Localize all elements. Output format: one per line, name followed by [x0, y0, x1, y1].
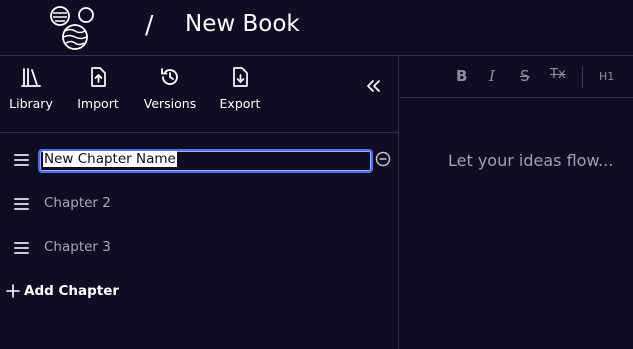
top-bar: / New Book [0, 0, 633, 56]
clear-format-button[interactable]: Tx [550, 67, 566, 82]
chapter-item[interactable]: Chapter 3 [44, 239, 111, 255]
drag-handle-icon[interactable] [14, 198, 29, 210]
export-button[interactable]: Export [218, 66, 262, 111]
drag-handle-icon[interactable] [14, 242, 29, 254]
add-chapter-button[interactable]: Add Chapter [6, 283, 119, 299]
editor-placeholder[interactable]: Let your ideas flow... [448, 151, 613, 170]
sidebar-toolbar: Library Import Versions Export [0, 56, 399, 133]
toolbar-divider [582, 66, 583, 88]
export-label: Export [219, 96, 261, 111]
strikethrough-button[interactable]: S [520, 67, 530, 85]
add-chapter-label: Add Chapter [24, 283, 120, 299]
chapter-item[interactable]: Chapter 2 [44, 195, 111, 211]
file-upload-icon [91, 67, 106, 87]
app-window: / New Book Library Import Versions Expor… [0, 0, 633, 349]
chapter-name-input[interactable]: New Chapter Name [38, 149, 373, 173]
chapter-name-value: New Chapter Name [43, 151, 177, 167]
import-label: Import [77, 96, 119, 111]
remove-chapter-icon[interactable] [375, 151, 391, 167]
library-label: Library [9, 96, 53, 111]
format-toolbar: B I S Tx H1 [400, 56, 633, 98]
sidebar: Library Import Versions Export New Chapt… [0, 56, 399, 349]
versions-button[interactable]: Versions [142, 66, 198, 111]
file-download-icon [233, 67, 248, 87]
italic-button[interactable]: I [489, 67, 495, 85]
history-icon [161, 68, 178, 85]
breadcrumb-separator: / [145, 10, 154, 39]
versions-label: Versions [143, 96, 197, 111]
library-books-icon [21, 68, 41, 87]
bold-button[interactable]: B [456, 67, 467, 85]
plus-icon [6, 284, 20, 298]
chevrons-left-icon[interactable] [364, 76, 384, 96]
heading1-button[interactable]: H1 [599, 70, 614, 83]
import-button[interactable]: Import [76, 66, 120, 111]
editor-pane: B I S Tx H1 Let your ideas flow... [400, 56, 633, 349]
drag-handle-icon[interactable] [14, 154, 29, 166]
book-title[interactable]: New Book [185, 11, 300, 37]
planets-logo-icon[interactable] [46, 4, 96, 52]
library-button[interactable]: Library [9, 66, 53, 111]
